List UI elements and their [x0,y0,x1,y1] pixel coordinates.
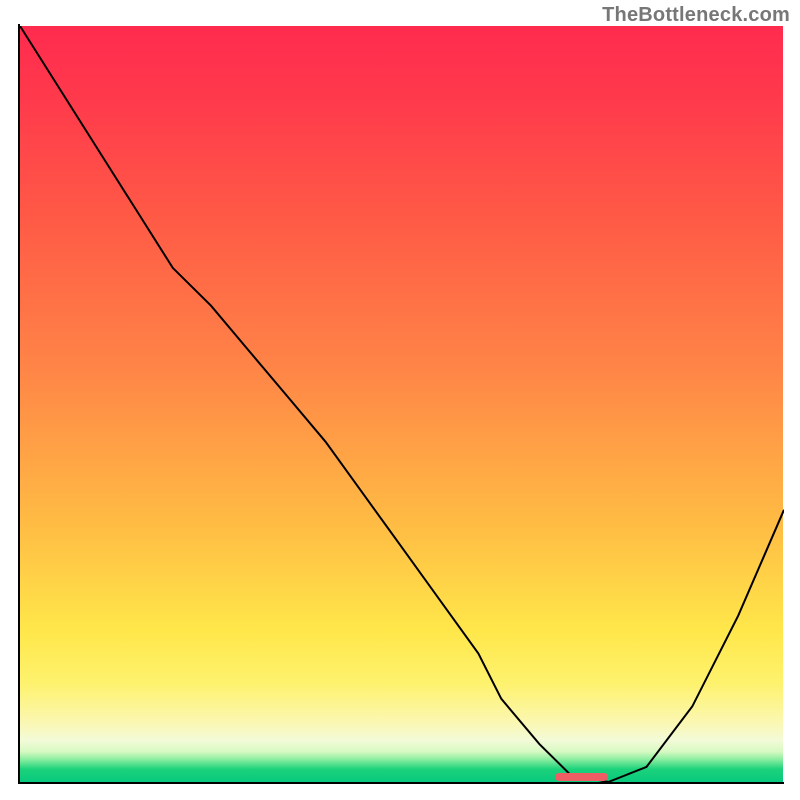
minimum-marker [555,773,608,781]
data-curve [18,26,784,784]
watermark-label: TheBottleneck.com [602,4,790,27]
x-axis [18,782,784,784]
plot-area [18,26,784,784]
chart-canvas: TheBottleneck.com [0,0,800,800]
curve-path [20,26,784,782]
y-axis [18,24,20,784]
